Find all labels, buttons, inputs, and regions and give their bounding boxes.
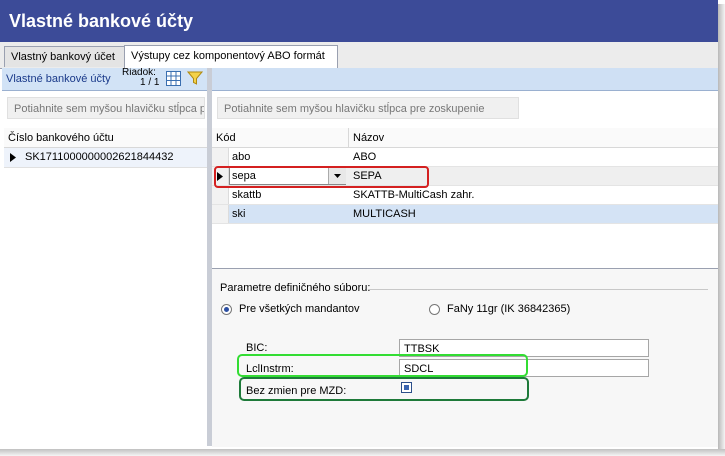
window-title: Vlastné bankové účty xyxy=(9,11,194,31)
account-row[interactable]: SK1711000000002621844432 xyxy=(4,148,207,168)
tab-own-bank-account[interactable]: Vlastný bankový účet xyxy=(4,46,125,67)
radio-all-mandants[interactable] xyxy=(221,304,232,315)
code-cell: skattb xyxy=(232,189,262,201)
table-row[interactable]: skattb SKATTB-MultiCash zahr. xyxy=(212,186,718,205)
row-gutter xyxy=(212,205,229,223)
title-bar: Vlastné bankové účty xyxy=(0,0,718,42)
left-panel-title: Vlastné bankové účty xyxy=(6,73,111,85)
parameters-group-title: Parametre definičného súboru: xyxy=(220,282,371,294)
row-counter-value: 1 / 1 xyxy=(140,77,160,88)
column-header-name[interactable]: Názov xyxy=(349,128,718,148)
group-divider xyxy=(368,289,708,290)
dark-green-highlight-frame xyxy=(239,377,529,401)
filter-icon[interactable] xyxy=(187,70,203,86)
left-panel-header: Vlastné bankové účty Riadok: 1 / 1 xyxy=(2,67,207,91)
right-panel-header xyxy=(212,68,718,91)
row-gutter xyxy=(212,148,229,166)
table-row[interactable]: abo ABO xyxy=(212,148,718,167)
code-cell: ski xyxy=(232,208,246,220)
column-header-account-number[interactable]: Číslo bankového účtu xyxy=(4,128,207,148)
window-shadow-right xyxy=(718,4,725,456)
row-gutter xyxy=(212,186,229,204)
name-cell: MULTICASH xyxy=(353,208,416,220)
right-group-by-hint[interactable]: Potiahnite sem myšou hlavičku stĺpca pre… xyxy=(217,97,519,119)
tab-abo-outputs[interactable]: Výstupy cez komponentový ABO formát xyxy=(124,45,338,68)
code-cell: abo xyxy=(232,151,251,163)
left-group-by-hint[interactable]: Potiahnite sem myšou hlavičku stĺpca pre… xyxy=(7,97,205,119)
row-pointer-icon xyxy=(10,153,16,162)
red-highlight-frame xyxy=(214,166,429,188)
light-green-highlight-frame xyxy=(237,354,528,377)
name-cell: SKATTB-MultiCash zahr. xyxy=(353,189,475,201)
account-number-cell: SK1711000000002621844432 xyxy=(25,151,174,163)
left-panel xyxy=(2,68,208,446)
grid-view-icon[interactable] xyxy=(166,71,181,86)
radio-all-mandants-label: Pre všetkých mandantov xyxy=(239,303,360,315)
window-shadow-bottom xyxy=(0,449,725,456)
radio-company-label: FaNy 11gr (IK 36842365) xyxy=(447,303,571,315)
tab-strip: Vlastný bankový účet Výstupy cez kompone… xyxy=(0,42,718,69)
radio-company[interactable] xyxy=(429,304,440,315)
bic-label: BIC: xyxy=(246,342,268,354)
column-header-code[interactable]: Kód xyxy=(212,128,349,148)
table-row-highlighted[interactable]: ski MULTICASH xyxy=(212,205,718,224)
name-cell: ABO xyxy=(353,151,377,163)
